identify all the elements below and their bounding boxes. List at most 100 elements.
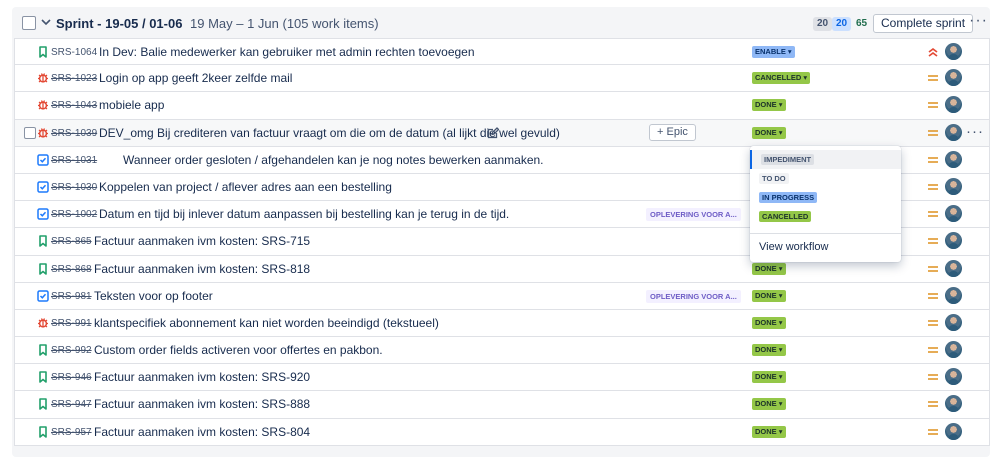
status-lozenge[interactable]: DONE ▾ (752, 371, 786, 384)
epic-lozenge[interactable]: OPLEVERING VOOR A... (646, 289, 741, 303)
assignee-avatar[interactable] (945, 123, 962, 141)
issue-summary[interactable]: Login op app geeft 2keer zelfde mail (99, 71, 292, 85)
assignee-avatar[interactable] (945, 313, 962, 331)
priority-medium-icon (928, 292, 938, 299)
issue-summary[interactable]: mobiele app (99, 98, 164, 112)
status-option-inprogress[interactable]: IN PROGRESS (750, 188, 901, 207)
issue-key[interactable]: SRS-1023 (51, 73, 97, 84)
complete-sprint-button[interactable]: Complete sprint (873, 14, 974, 33)
story-icon (39, 344, 47, 356)
issue-key[interactable]: SRS-957 (51, 427, 92, 438)
assignee-avatar[interactable] (945, 341, 962, 359)
status-lozenge[interactable]: DONE ▾ (752, 425, 786, 438)
todo-count-badge: 20 (813, 17, 833, 31)
story-icon (39, 425, 47, 438)
assignee-avatar[interactable] (945, 69, 962, 87)
assignee-avatar[interactable] (945, 422, 962, 440)
assignee-avatar[interactable] (945, 232, 962, 250)
edit-icon[interactable] (486, 126, 500, 140)
issue-summary[interactable]: klantspecifiek abonnement kan niet worde… (94, 316, 439, 330)
assignee-avatar[interactable] (945, 395, 962, 413)
table-row[interactable]: SRS-957 Factuur aanmaken ivm kosten: SRS-… (14, 418, 990, 446)
view-workflow-link[interactable]: View workflow (759, 241, 829, 253)
issue-key[interactable]: SRS-981 (51, 291, 92, 302)
table-row[interactable]: SRS-991 klantspecifiek abonnement kan nie… (14, 309, 990, 338)
task-icon (37, 289, 49, 302)
sprint-select-checkbox[interactable] (22, 16, 36, 30)
issue-summary[interactable]: Factuur aanmaken ivm kosten: SRS-818 (94, 262, 310, 276)
story-icon (39, 371, 47, 384)
issue-key[interactable]: SRS-1039 (51, 128, 97, 139)
status-lozenge[interactable]: CANCELLED ▾ (752, 72, 811, 85)
sprint-title: Sprint - 19-05 / 01-06 (56, 16, 183, 31)
issue-summary[interactable]: Wanneer order gesloten / afgehandelen ka… (123, 153, 544, 167)
table-row[interactable]: SRS-946 Factuur aanmaken ivm kosten: SRS-… (14, 364, 990, 392)
issue-key[interactable]: SRS-1064 (51, 47, 97, 58)
status-lozenge[interactable]: DONE ▾ (752, 344, 786, 357)
task-icon (37, 154, 49, 166)
status-lozenge[interactable]: DONE ▾ (752, 316, 786, 329)
status-option-label: CANCELLED (759, 211, 812, 222)
issue-summary[interactable]: In Dev: Balie medewerker kan gebruiker m… (99, 45, 475, 59)
table-row[interactable]: SRS-1023 Login op app geeft 2keer zelfde … (14, 65, 990, 93)
issue-summary[interactable]: Factuur aanmaken ivm kosten: SRS-888 (94, 397, 310, 411)
chevron-down-icon[interactable] (39, 15, 53, 29)
issue-key[interactable]: SRS-1030 (51, 182, 97, 193)
assignee-avatar[interactable] (945, 177, 962, 195)
table-row[interactable]: SRS-981 Teksten voor op footer OPLEVERING … (14, 282, 990, 310)
row-select-checkbox[interactable] (24, 126, 36, 139)
issue-key[interactable]: SRS-946 (51, 372, 92, 383)
status-option-todo[interactable]: TO DO (750, 169, 901, 188)
status-lozenge[interactable]: DONE ▾ (752, 398, 786, 411)
issue-summary[interactable]: Koppelen van project / aflever adres aan… (99, 180, 392, 194)
issue-summary[interactable]: Factuur aanmaken ivm kosten: SRS-804 (94, 425, 310, 439)
issue-summary[interactable]: Datum en tijd bij inlever datum aanpasse… (99, 207, 509, 221)
issue-summary[interactable]: Custom order fields activeren voor offer… (94, 343, 383, 357)
assignee-avatar[interactable] (945, 150, 962, 168)
status-lozenge[interactable]: DONE ▾ (752, 262, 786, 275)
status-option-label: TO DO (759, 173, 789, 184)
table-row[interactable]: SRS-1064 In Dev: Balie medewerker kan geb… (14, 38, 990, 66)
sprint-dates: 19 May – 1 Jun (105 work items) (190, 16, 379, 31)
inprogress-count-badge: 20 (832, 17, 852, 31)
issue-key[interactable]: SRS-1002 (51, 209, 97, 220)
status-lozenge[interactable]: ENABLE ▾ (752, 46, 795, 58)
epic-lozenge[interactable]: OPLEVERING VOOR A... (646, 208, 741, 222)
issue-key[interactable]: SRS-868 (51, 264, 92, 275)
done-count-badge: 65 (856, 18, 868, 29)
sprint-header: Sprint - 19-05 / 01-06 19 May – 1 Jun (1… (12, 7, 990, 39)
assignee-avatar[interactable] (945, 43, 962, 60)
assignee-avatar[interactable] (945, 259, 962, 277)
sprint-more-button[interactable]: ··· (969, 13, 987, 31)
issue-key[interactable]: SRS-865 (51, 236, 92, 247)
assignee-avatar[interactable] (945, 205, 962, 223)
status-option-cancelled[interactable]: CANCELLED (750, 207, 901, 226)
row-more-button[interactable]: ··· (966, 123, 984, 140)
bug-icon (38, 100, 48, 111)
issue-summary[interactable]: Factuur aanmaken ivm kosten: SRS-715 (94, 234, 310, 248)
priority-medium-icon (928, 319, 938, 326)
issue-summary[interactable]: Teksten voor op footer (94, 289, 213, 303)
table-row[interactable]: SRS-947 Factuur aanmaken ivm kosten: SRS-… (14, 391, 990, 419)
status-lozenge[interactable]: DONE ▾ (752, 99, 786, 112)
add-epic-button[interactable]: + Epic (649, 123, 696, 141)
table-row[interactable]: SRS-992 Custom order fields activeren voo… (14, 337, 990, 365)
assignee-avatar[interactable] (945, 96, 962, 114)
issue-summary[interactable]: Factuur aanmaken ivm kosten: SRS-920 (94, 370, 310, 384)
issue-key[interactable]: SRS-1031 (51, 155, 97, 166)
status-option-label: IMPEDIMENT (761, 154, 815, 165)
issue-key[interactable]: SRS-991 (51, 318, 92, 329)
status-option-impediment[interactable]: IMPEDIMENT (750, 150, 901, 169)
table-row[interactable]: SRS-1039 DEV_omg Bij crediteren van factu… (14, 119, 990, 147)
priority-medium-icon (928, 75, 938, 82)
issue-key[interactable]: SRS-1043 (51, 100, 97, 111)
assignee-avatar[interactable] (945, 286, 962, 304)
issue-key[interactable]: SRS-992 (51, 345, 92, 356)
status-lozenge[interactable]: DONE ▾ (752, 289, 786, 302)
status-lozenge[interactable]: DONE ▾ (752, 126, 786, 139)
assignee-avatar[interactable] (945, 368, 962, 386)
bug-icon (38, 73, 48, 83)
table-row[interactable]: SRS-1043 mobiele app DONE ▾ (14, 92, 990, 120)
task-icon (37, 181, 49, 193)
issue-key[interactable]: SRS-947 (51, 399, 92, 410)
